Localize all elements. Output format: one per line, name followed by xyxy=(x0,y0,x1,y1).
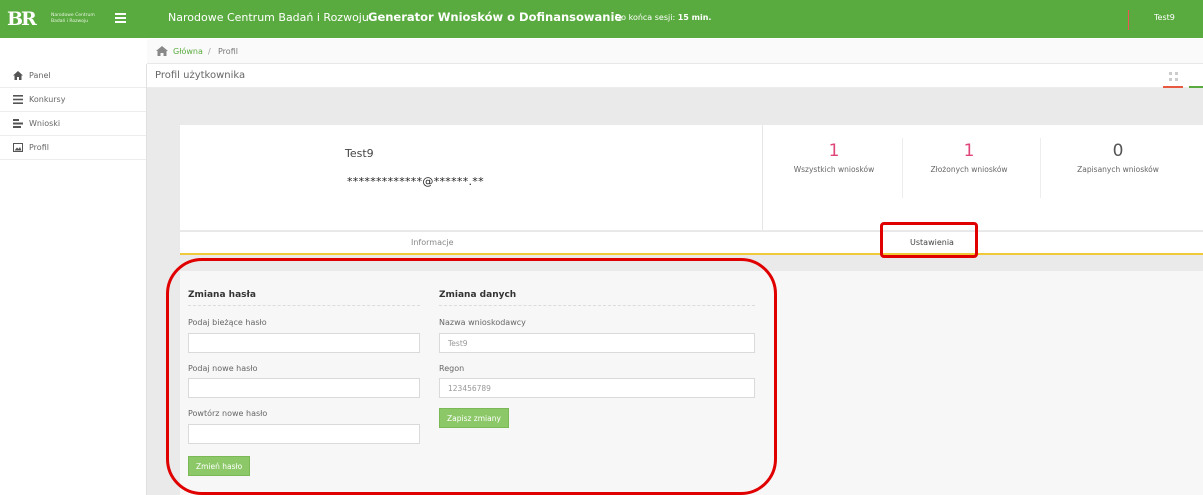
organization-name: Narodowe Centrum Badań i Rozwoju xyxy=(168,11,369,24)
header-divider xyxy=(1128,10,1129,30)
logo-mark: BR xyxy=(7,8,37,30)
sidebar-item-wnioski[interactable]: Wnioski xyxy=(0,112,146,136)
stat-label: Wszystkich wniosków xyxy=(793,165,875,174)
image-icon xyxy=(13,143,23,152)
stat-label: Zapisanych wniosków xyxy=(1077,165,1159,174)
logo-text-line2: Badań i Rozwoju xyxy=(51,19,88,24)
home-icon xyxy=(156,46,168,56)
card-divider xyxy=(762,125,763,230)
documents-icon xyxy=(13,119,23,128)
profile-tabs: Informacje Ustawienia xyxy=(180,231,1203,255)
stat-value: 0 xyxy=(1112,141,1124,161)
stat-value: 1 xyxy=(828,141,840,161)
profile-email: *************@******.** xyxy=(347,175,484,188)
home-icon xyxy=(13,71,23,80)
stat-divider xyxy=(1040,138,1041,198)
profile-card: Test9 *************@******.** 1 Wszystki… xyxy=(180,125,1203,230)
user-menu[interactable]: Test9 xyxy=(1154,13,1175,22)
annotation-highlight-forms xyxy=(166,258,777,495)
annotation-highlight-settings-tab xyxy=(880,222,978,258)
breadcrumb-home-link[interactable]: Główna xyxy=(173,47,203,56)
sidebar-item-label: Panel xyxy=(29,71,51,80)
tab-informacje[interactable]: Informacje xyxy=(411,238,454,247)
list-icon xyxy=(13,95,23,104)
profile-name: Test9 xyxy=(345,147,374,160)
stat-all-applications: 1 Wszystkich wniosków xyxy=(764,140,904,174)
sidebar-item-label: Konkursy xyxy=(29,95,66,104)
session-timer: Do końca sesji: 15 min. xyxy=(615,13,711,22)
breadcrumb: Główna / Profil xyxy=(147,39,1203,64)
sidebar: Panel Konkursy Wnioski Profil xyxy=(0,64,147,495)
app-title: Generator Wniosków o Dofinansowanie xyxy=(368,10,623,24)
breadcrumb-separator: / xyxy=(208,47,211,56)
stat-value: 1 xyxy=(963,141,975,161)
sidebar-item-panel[interactable]: Panel xyxy=(0,64,146,88)
page-header: Profil użytkownika xyxy=(147,64,1203,88)
stat-label: Złożonych wniosków xyxy=(930,165,1008,174)
sidebar-item-konkursy[interactable]: Konkursy xyxy=(0,88,146,112)
logo-text-line1: Narodowe Centrum xyxy=(51,13,95,18)
top-bar: BR Narodowe Centrum Badań i Rozwoju Naro… xyxy=(0,0,1203,38)
logo-text: Narodowe Centrum Badań i Rozwoju xyxy=(51,13,111,25)
stat-saved-applications: 0 Zapisanych wniosków xyxy=(1048,140,1188,174)
sidebar-item-label: Wnioski xyxy=(29,119,61,128)
session-label: Do końca sesji: xyxy=(615,13,676,22)
session-value: 15 min. xyxy=(677,13,712,22)
page-title: Profil użytkownika xyxy=(155,70,246,81)
grid-icon[interactable] xyxy=(1169,72,1178,81)
sidebar-item-label: Profil xyxy=(29,143,49,152)
breadcrumb-current: Profil xyxy=(218,47,238,56)
sidebar-item-profil[interactable]: Profil xyxy=(0,136,146,160)
menu-toggle-icon[interactable] xyxy=(115,13,126,23)
logo[interactable]: BR Narodowe Centrum Badań i Rozwoju xyxy=(7,5,147,33)
stat-submitted-applications: 1 Złożonych wniosków xyxy=(899,140,1039,174)
